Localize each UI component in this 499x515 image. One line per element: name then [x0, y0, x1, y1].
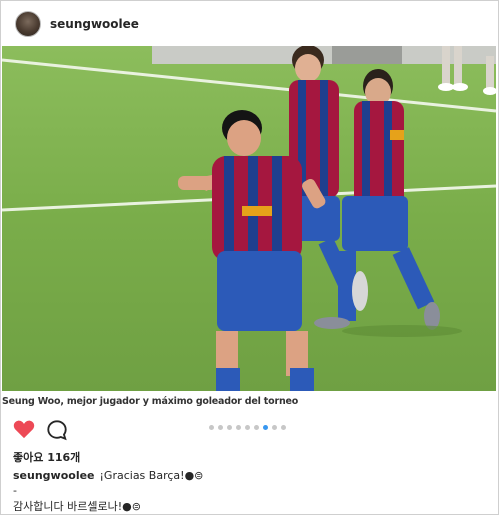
- carousel-dot: [272, 425, 277, 430]
- carousel-dot: [227, 425, 232, 430]
- caption-text-1: ¡Gracias Barça!: [99, 469, 185, 482]
- caption-line-1: seungwoolee ¡Gracias Barça!●⊜: [13, 469, 203, 482]
- carousel-dot: [245, 425, 250, 430]
- caption-line-2: -: [13, 484, 17, 497]
- comment-bubble-icon[interactable]: [46, 419, 68, 441]
- post-header: seungwoolee: [1, 1, 498, 46]
- caption-text-3: 감사합니다 바르셀로나!: [13, 500, 123, 513]
- carousel-dot: [254, 425, 259, 430]
- caption-line-3: 감사합니다 바르셀로나!●⊜: [13, 498, 141, 514]
- action-bar: [13, 417, 493, 441]
- post-username[interactable]: seungwoolee: [50, 17, 139, 31]
- carousel-dot: [218, 425, 223, 430]
- carousel-dot: [236, 425, 241, 430]
- photo-caption: Seung Woo, mejor jugador y máximo golead…: [2, 396, 299, 407]
- carousel-indicator: [209, 425, 286, 430]
- instagram-post: seungwoolee Seung Woo, mejor jugador y m…: [0, 0, 499, 515]
- heart-icon[interactable]: [13, 419, 35, 439]
- carousel-dot-active: [263, 425, 268, 430]
- caption-emoji-1: ●⊜: [184, 469, 204, 482]
- like-count[interactable]: 좋아요 116개: [13, 449, 80, 465]
- carousel-dot: [209, 425, 214, 430]
- avatar[interactable]: [15, 10, 41, 37]
- caption-username[interactable]: seungwoolee: [13, 469, 95, 482]
- carousel-dot: [281, 425, 286, 430]
- post-photo[interactable]: [2, 46, 496, 391]
- caption-emoji-3: ●⊜: [122, 500, 141, 513]
